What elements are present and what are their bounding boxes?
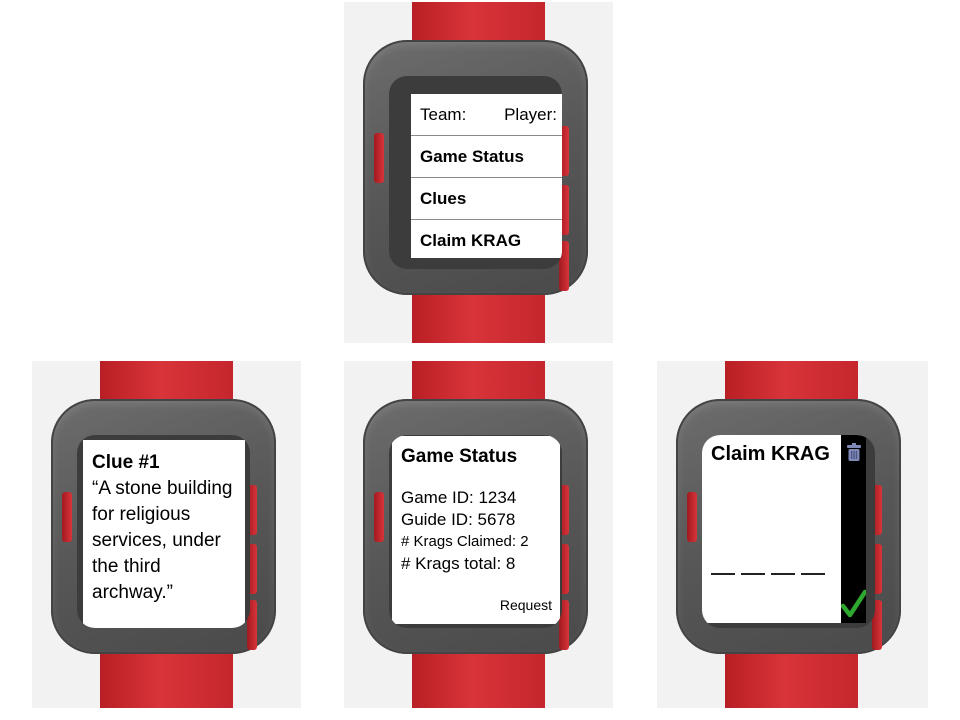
checkmark-icon[interactable]	[841, 589, 866, 619]
watch-claim-panel: Claim KRAG	[657, 361, 928, 708]
claim-screen: Claim KRAG	[702, 435, 866, 623]
watch-back-button[interactable]	[62, 492, 72, 542]
code-digit-4[interactable]	[801, 557, 825, 575]
guide-id: Guide ID: 5678	[401, 510, 516, 529]
krags-total: # Krags total: 8	[401, 554, 516, 573]
code-digit-1[interactable]	[711, 557, 735, 575]
menu-header: Team: Player:	[411, 94, 562, 136]
action-bar	[841, 435, 866, 623]
watch-bezel: Claim KRAG	[702, 435, 875, 628]
status-body: Game Status Game ID: 1234 Guide ID: 5678…	[392, 436, 560, 585]
watch-status-panel: Game Status Game ID: 1234 Guide ID: 5678…	[344, 361, 613, 708]
clue-text: “A stone building for religious services…	[92, 478, 233, 603]
status-screen: Game Status Game ID: 1234 Guide ID: 5678…	[392, 436, 560, 624]
krags-claimed: # Krags Claimed: 2	[401, 533, 529, 550]
code-digit-3[interactable]	[771, 557, 795, 575]
menu-screen: Team: Player: Game Status Clues Claim KR…	[411, 94, 562, 258]
watch-back-button[interactable]	[687, 492, 697, 542]
menu-item-game-status[interactable]: Game Status	[411, 136, 562, 178]
team-label: Team:	[420, 104, 467, 124]
game-id: Game ID: 1234	[401, 488, 517, 507]
menu-item-claim-krag[interactable]: Claim KRAG	[411, 220, 562, 258]
watch-bezel: Clue #1 “A stone building for religious …	[77, 435, 250, 628]
trash-icon[interactable]	[847, 443, 861, 461]
watch-clue-panel: Clue #1 “A stone building for religious …	[32, 361, 301, 708]
watch-case: Claim KRAG	[676, 399, 901, 654]
watch-back-button[interactable]	[374, 492, 384, 542]
code-digit-2[interactable]	[741, 557, 765, 575]
watch-menu-panel: Team: Player: Game Status Clues Claim KR…	[344, 2, 613, 343]
watch-case: Game Status Game ID: 1234 Guide ID: 5678…	[363, 399, 588, 654]
claim-title: Claim KRAG	[711, 443, 830, 465]
clue-title: Clue #1	[92, 452, 160, 473]
watch-back-button[interactable]	[374, 133, 384, 183]
watch-bezel: Team: Player: Game Status Clues Claim KR…	[389, 76, 562, 269]
request-button[interactable]: Request	[500, 597, 552, 613]
watch-case: Clue #1 “A stone building for religious …	[51, 399, 276, 654]
menu-item-clues[interactable]: Clues	[411, 178, 562, 220]
watch-bezel: Game Status Game ID: 1234 Guide ID: 5678…	[389, 435, 562, 628]
clue-screen: Clue #1 “A stone building for religious …	[83, 440, 245, 628]
status-title: Game Status	[401, 446, 518, 467]
krag-code-input[interactable]	[711, 557, 825, 575]
clue-body: Clue #1 “A stone building for religious …	[83, 440, 245, 606]
player-label: Player:	[504, 104, 557, 124]
watch-case: Team: Player: Game Status Clues Claim KR…	[363, 40, 588, 295]
